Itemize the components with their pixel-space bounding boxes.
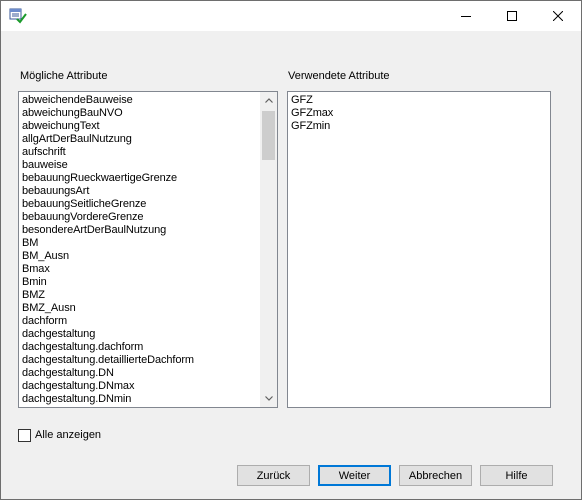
list-item[interactable]: dachgestaltung — [19, 328, 194, 341]
list-item[interactable]: aufschrift — [19, 146, 194, 159]
table-check-icon — [9, 8, 27, 24]
list-item[interactable]: allgArtDerBaulNutzung — [19, 133, 194, 146]
maximize-icon — [507, 11, 517, 21]
next-button[interactable]: Weiter — [318, 465, 391, 486]
used-attributes-list[interactable]: GFZ GFZmax GFZmin — [287, 91, 551, 408]
show-all-checkbox[interactable]: Alle anzeigen — [18, 428, 101, 442]
list-item[interactable]: bebauungSeitlicheGrenze — [19, 198, 194, 211]
chevron-down-icon — [264, 396, 273, 401]
list-item[interactable]: dachgestaltung.detaillierteDachform — [19, 354, 194, 367]
list-item[interactable]: GFZmax — [288, 107, 333, 120]
possible-attributes-list[interactable]: abweichendeBauweise abweichungBauNVO abwei… — [18, 91, 278, 408]
minimize-button[interactable] — [443, 1, 489, 31]
title-bar — [1, 1, 581, 31]
list-item[interactable]: GFZmin — [288, 120, 333, 133]
chevron-up-icon — [264, 98, 273, 103]
minimize-icon — [461, 16, 471, 17]
list-item[interactable]: Bmin — [19, 276, 194, 289]
list-item[interactable]: dachgestaltung.dachform — [19, 341, 194, 354]
dialog-window: Mögliche Attribute abweichendeBauweise ab… — [0, 0, 582, 500]
show-all-checkbox-box[interactable] — [18, 428, 31, 442]
used-attributes-label: Verwendete Attribute — [288, 70, 390, 82]
show-all-label: Alle anzeigen — [35, 429, 102, 441]
list-item[interactable]: abweichungBauNVO — [19, 107, 194, 120]
list-item[interactable]: besondereArtDerBaulNutzung — [19, 224, 194, 237]
list-item[interactable]: abweichungText — [19, 120, 194, 133]
list-item[interactable]: dachgestaltung.DN — [19, 367, 194, 380]
list-item[interactable]: BM — [19, 237, 194, 250]
used-attributes-items: GFZ GFZmax GFZmin — [288, 94, 333, 133]
list-item[interactable]: bebauungVordereGrenze — [19, 211, 194, 224]
list-item[interactable]: bebauungsArt — [19, 185, 194, 198]
list-item[interactable]: dachform — [19, 315, 194, 328]
possible-attributes-label: Mögliche Attribute — [20, 70, 108, 82]
list-item[interactable]: bauweise — [19, 159, 194, 172]
list-item[interactable]: bebauungRueckwaertigeGrenze — [19, 172, 194, 185]
list-item[interactable]: BMZ — [19, 289, 194, 302]
scroll-down-button[interactable] — [260, 390, 277, 407]
list-item[interactable]: BMZ_Ausn — [19, 302, 194, 315]
maximize-button[interactable] — [489, 1, 535, 31]
cancel-button[interactable]: Abbrechen — [399, 465, 472, 486]
vertical-scrollbar[interactable] — [260, 92, 277, 407]
close-button[interactable] — [535, 1, 581, 31]
help-button[interactable]: Hilfe — [480, 465, 553, 486]
list-item[interactable]: dachgestaltung.DNmin — [19, 393, 194, 406]
scroll-thumb[interactable] — [262, 111, 275, 160]
list-item[interactable]: BM_Ausn — [19, 250, 194, 263]
possible-attributes-items: abweichendeBauweise abweichungBauNVO abwei… — [19, 94, 194, 406]
list-item[interactable]: Bmax — [19, 263, 194, 276]
list-item[interactable]: abweichendeBauweise — [19, 94, 194, 107]
close-icon — [553, 11, 563, 21]
list-item[interactable]: dachgestaltung.DNmax — [19, 380, 194, 393]
back-button[interactable]: Zurück — [237, 465, 310, 486]
scroll-up-button[interactable] — [260, 92, 277, 109]
list-item[interactable]: GFZ — [288, 94, 333, 107]
